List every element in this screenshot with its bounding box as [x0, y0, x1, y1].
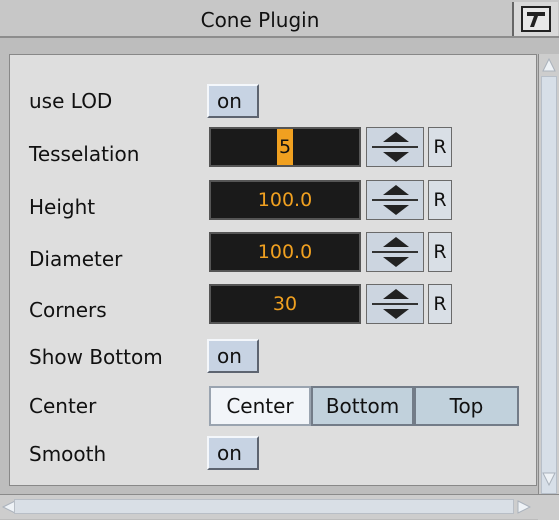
step-down-icon[interactable]: [381, 204, 411, 216]
scroll-up-arrow-icon[interactable]: [542, 58, 556, 72]
height-reset-button[interactable]: R: [428, 180, 452, 220]
smooth-label: Smooth: [29, 442, 107, 466]
tesselation-field[interactable]: 5: [209, 127, 361, 167]
horizontal-scroll-thumb[interactable]: [14, 499, 514, 514]
height-stepper[interactable]: [366, 180, 424, 220]
vertical-scrollbar[interactable]: [538, 54, 559, 494]
cone-plugin-window: Cone Plugin use LOD on Tesselation 5 R H…: [0, 0, 559, 520]
diameter-field[interactable]: 100.0: [209, 232, 361, 272]
step-up-icon[interactable]: [381, 236, 411, 248]
tesselation-stepper[interactable]: [366, 127, 424, 167]
diameter-stepper[interactable]: [366, 232, 424, 272]
step-up-icon[interactable]: [381, 131, 411, 143]
window-title: Cone Plugin: [200, 8, 320, 32]
tesselation-reset-button[interactable]: R: [428, 127, 452, 167]
corners-field[interactable]: 30: [209, 284, 361, 324]
center-option-bottom[interactable]: Bottom: [311, 386, 414, 426]
smooth-toggle[interactable]: on: [207, 436, 259, 470]
use-lod-toggle[interactable]: on: [207, 84, 259, 118]
window-menu-icon[interactable]: [512, 2, 558, 36]
scroll-down-arrow-icon[interactable]: [542, 472, 556, 486]
diameter-reset-button[interactable]: R: [428, 232, 452, 272]
scroll-corner: [538, 495, 559, 520]
vertical-scroll-thumb[interactable]: [541, 76, 557, 494]
step-down-icon[interactable]: [381, 308, 411, 320]
corners-label: Corners: [29, 298, 107, 322]
step-down-icon[interactable]: [381, 151, 411, 163]
center-label: Center: [29, 394, 97, 418]
scroll-right-arrow-icon[interactable]: [517, 500, 531, 514]
tesselation-label: Tesselation: [29, 142, 140, 166]
show-bottom-label: Show Bottom: [29, 345, 163, 369]
title-bar: Cone Plugin: [0, 0, 559, 38]
show-bottom-toggle[interactable]: on: [207, 339, 259, 373]
step-down-icon[interactable]: [381, 256, 411, 268]
center-option-center[interactable]: Center: [209, 386, 311, 426]
corners-reset-button[interactable]: R: [428, 284, 452, 324]
step-up-icon[interactable]: [381, 288, 411, 300]
horizontal-scrollbar[interactable]: [0, 494, 559, 520]
use-lod-label: use LOD: [29, 89, 113, 113]
step-up-icon[interactable]: [381, 184, 411, 196]
diameter-label: Diameter: [29, 247, 123, 271]
height-label: Height: [29, 195, 96, 219]
tesselation-value: 5: [276, 129, 294, 165]
center-option-top[interactable]: Top: [414, 386, 519, 426]
corners-stepper[interactable]: [366, 284, 424, 324]
height-field[interactable]: 100.0: [209, 180, 361, 220]
